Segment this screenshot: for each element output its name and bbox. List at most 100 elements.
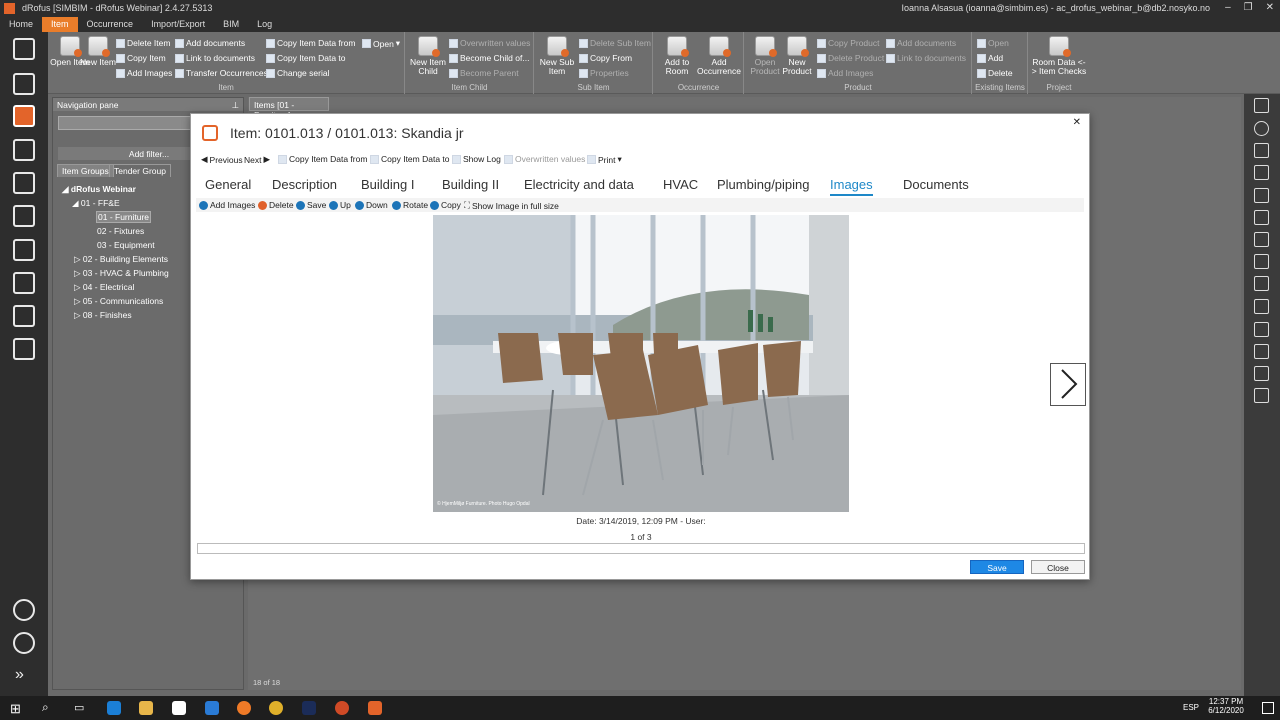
search-icon[interactable]: ⌕: [42, 700, 49, 715]
show-full-size-button[interactable]: ⛶ Show Image in full size: [464, 200, 559, 211]
copy-image-button[interactable]: Copy: [430, 200, 461, 210]
overwritten-values-button[interactable]: Overwritten values: [504, 154, 585, 164]
module-items-icon[interactable]: [13, 105, 35, 127]
tree-root[interactable]: ◢ dRofus Webinar: [62, 184, 136, 195]
next-image-button[interactable]: [1050, 363, 1086, 406]
close-window-icon[interactable]: ✕: [1266, 2, 1274, 13]
mail-icon[interactable]: [205, 701, 219, 715]
save-button[interactable]: Save: [970, 560, 1024, 574]
link-documents-button[interactable]: Link to documents: [175, 53, 255, 63]
tab-images[interactable]: Images: [830, 177, 873, 196]
firefox-icon[interactable]: [237, 701, 251, 715]
tree-item-communications[interactable]: ▷ 05 - Communications: [74, 296, 163, 307]
module-delivery-icon[interactable]: [13, 239, 35, 261]
stack-icon[interactable]: [1254, 344, 1269, 359]
open-dropdown-button[interactable]: Open ▾: [362, 38, 400, 49]
save-image-button[interactable]: Save: [296, 200, 326, 210]
add-documents-button[interactable]: Add documents: [175, 38, 245, 48]
expand-icon[interactable]: ▷: [74, 282, 83, 292]
new-sub-item-button[interactable]: New Sub Item: [537, 36, 577, 76]
collapse-icon[interactable]: ◢: [62, 184, 71, 194]
copy-item-data-to-button[interactable]: Copy Item Data to: [370, 154, 450, 164]
expand-icon[interactable]: ▷: [74, 310, 83, 320]
tab-documents[interactable]: Documents: [903, 177, 969, 192]
module-documents-icon[interactable]: [13, 172, 35, 194]
module-database-icon[interactable]: [13, 205, 35, 227]
copy-item-data-from-button[interactable]: Copy Item Data from: [266, 38, 355, 48]
powerpoint-icon[interactable]: [335, 701, 349, 715]
show-log-button[interactable]: Show Log: [452, 154, 501, 164]
pin-icon[interactable]: [1254, 299, 1269, 314]
close-icon[interactable]: ✕: [1073, 117, 1081, 128]
next-button[interactable]: Next ▶: [244, 154, 270, 165]
add-images-button[interactable]: Add Images: [199, 200, 255, 210]
copy-product-button[interactable]: Copy Product: [817, 38, 880, 48]
page-icon[interactable]: [1254, 276, 1269, 291]
settings-gear-icon[interactable]: [13, 632, 35, 654]
menu-item[interactable]: Item: [42, 17, 78, 32]
image-description-input[interactable]: [197, 543, 1085, 554]
store-icon[interactable]: [172, 701, 186, 715]
print-button[interactable]: Print ▾: [587, 154, 622, 165]
become-child-button[interactable]: Become Child of...: [449, 53, 529, 63]
become-parent-button[interactable]: Become Parent: [449, 68, 519, 78]
edge-icon[interactable]: [107, 701, 121, 715]
existing-open-button[interactable]: Open: [977, 38, 1009, 48]
menu-occurrence[interactable]: Occurrence: [78, 17, 143, 32]
copy-item-data-to-button[interactable]: Copy Item Data to: [266, 53, 346, 63]
close-button[interactable]: Close: [1031, 560, 1085, 574]
module-building-icon[interactable]: [13, 272, 35, 294]
tree-item-finishes[interactable]: ▷ 08 - Finishes: [74, 310, 132, 321]
task-view-icon[interactable]: ▭: [74, 701, 84, 714]
tab-plumbing-piping[interactable]: Plumbing/piping: [717, 177, 810, 192]
menu-bim[interactable]: BIM: [214, 17, 248, 32]
add-occurrence-button[interactable]: Add Occurrence: [696, 36, 742, 76]
tree-item-ffe[interactable]: ◢ 01 - FF&E: [72, 198, 120, 209]
product-link-documents-button[interactable]: Link to documents: [886, 53, 966, 63]
tab-general[interactable]: General: [205, 177, 251, 192]
delete-item-button[interactable]: Delete Item: [116, 38, 170, 48]
existing-delete-button[interactable]: Delete: [977, 68, 1013, 78]
module-room-data-icon[interactable]: [13, 73, 35, 95]
tag-icon[interactable]: [1254, 165, 1269, 180]
properties-button[interactable]: Properties: [579, 68, 629, 78]
lock-icon[interactable]: [1254, 254, 1269, 269]
tab-hvac[interactable]: HVAC: [663, 177, 698, 192]
product-add-images-button[interactable]: Add Images: [817, 68, 873, 78]
delete-sub-item-button[interactable]: Delete Sub Item: [579, 38, 651, 48]
new-item-child-button[interactable]: New Item Child: [408, 36, 448, 76]
pin-icon[interactable]: ⊥: [232, 100, 239, 111]
new-product-button[interactable]: New Product: [777, 36, 817, 76]
drofus-icon[interactable]: [368, 701, 382, 715]
transfer-occurrences-button[interactable]: Transfer Occurrences: [175, 68, 268, 78]
tree-item-equipment[interactable]: 03 - Equipment: [97, 240, 155, 250]
copy-item-data-from-button[interactable]: Copy Item Data from: [278, 154, 367, 164]
tree-item-building-elements[interactable]: ▷ 02 - Building Elements: [74, 254, 168, 265]
move-down-button[interactable]: Down: [355, 200, 388, 210]
expand-icon[interactable]: ▷: [74, 296, 83, 306]
tab-description[interactable]: Description: [272, 177, 337, 192]
tab-electricity-data[interactable]: Electricity and data: [524, 177, 634, 192]
copy-from-button[interactable]: Copy From: [579, 53, 632, 63]
grid-icon[interactable]: [1254, 388, 1269, 403]
delete-image-button[interactable]: Delete: [258, 200, 294, 210]
module-reports-icon[interactable]: [13, 338, 35, 360]
overwritten-values-button[interactable]: Overwritten values: [449, 38, 530, 48]
tab-building-ii[interactable]: Building II: [442, 177, 499, 192]
print-icon[interactable]: [1254, 322, 1269, 337]
menu-home[interactable]: Home: [0, 17, 42, 32]
tab-item-groups[interactable]: Item Groups: [57, 164, 114, 177]
tree-item-furniture[interactable]: 01 - Furniture: [96, 211, 152, 223]
module-occurrences-icon[interactable]: [13, 139, 35, 161]
new-item-button[interactable]: New Item: [78, 36, 118, 67]
room-data-item-checks-button[interactable]: Room Data <- > Item Checks: [1031, 36, 1087, 76]
copy-item-button[interactable]: Copy Item: [116, 53, 166, 63]
windows-start-icon[interactable]: ⊞: [10, 701, 21, 717]
rotate-button[interactable]: Rotate: [392, 200, 428, 210]
cog-icon[interactable]: [1254, 366, 1269, 381]
chrome-icon[interactable]: [269, 701, 283, 715]
menu-log[interactable]: Log: [248, 17, 281, 32]
layout-icon[interactable]: [1254, 98, 1269, 113]
restore-icon[interactable]: ❐: [1244, 2, 1253, 13]
move-up-button[interactable]: Up: [329, 200, 351, 210]
